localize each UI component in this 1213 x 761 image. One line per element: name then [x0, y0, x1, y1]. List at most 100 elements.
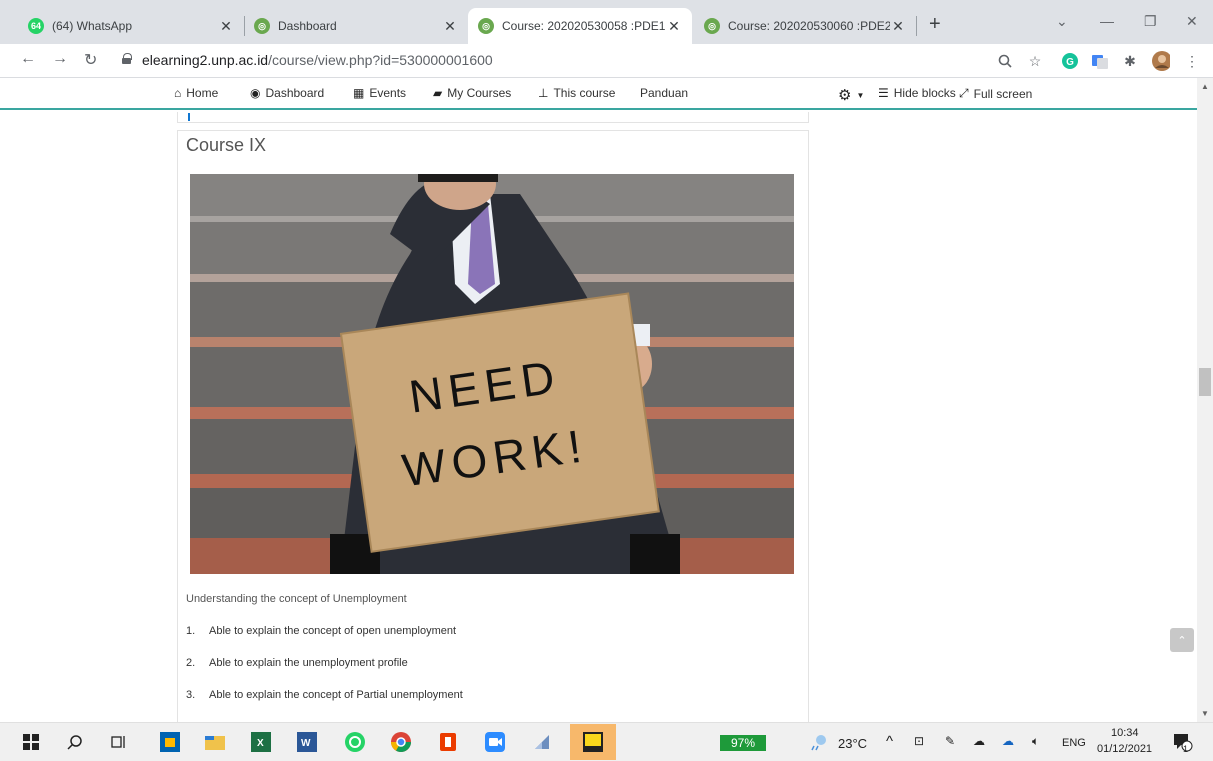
minimize-icon[interactable]: —: [1100, 13, 1114, 29]
svg-text:G: G: [1066, 57, 1074, 68]
nav-dashboard[interactable]: ◉ Dashboard: [250, 86, 324, 100]
pen-icon[interactable]: ✎: [945, 734, 955, 748]
briefcase-icon: ▰: [433, 86, 443, 100]
close-icon[interactable]: ✕: [666, 18, 682, 35]
nav-this-course[interactable]: ⊥ This course: [538, 86, 615, 100]
section-image: NEED WORK!: [190, 174, 794, 574]
nav-label: Events: [369, 86, 407, 100]
back-to-top-button[interactable]: ⌃: [1170, 628, 1194, 652]
tab-course-active[interactable]: ◎ Course: 202020530058 :PDE1.61.( ✕: [468, 8, 692, 44]
close-icon[interactable]: ✕: [442, 18, 458, 35]
hide-blocks-button[interactable]: ☰ Hide blocks: [878, 86, 956, 100]
tab-search-icon[interactable]: ⌄: [1056, 13, 1068, 30]
whatsapp-icon: 64: [28, 18, 44, 34]
weather-temperature[interactable]: 23°C: [838, 736, 867, 751]
onedrive-icon[interactable]: ☁: [1002, 734, 1014, 748]
excel-icon[interactable]: X: [250, 731, 272, 753]
site-favicon-icon: ◎: [254, 18, 270, 34]
office-icon[interactable]: [437, 731, 459, 753]
page-content: Course IX NEED WORK! Understanding the c…: [0, 112, 1197, 722]
nav-home[interactable]: ⌂ Home: [174, 86, 218, 100]
sticky-notes-icon[interactable]: [570, 724, 616, 760]
address-bar[interactable]: elearning2.unp.ac.id/course/view.php?id=…: [142, 52, 493, 68]
profile-avatar-icon[interactable]: [1152, 51, 1170, 71]
battery-indicator[interactable]: 97%: [720, 735, 766, 751]
sitemap-icon: ⊥: [538, 86, 549, 100]
chrome-icon[interactable]: [390, 731, 412, 753]
site-favicon-icon: ◎: [704, 18, 720, 34]
close-icon[interactable]: ✕: [218, 18, 234, 35]
tab-title: Dashboard: [278, 19, 337, 33]
scrollbar-thumb[interactable]: [1199, 368, 1211, 396]
window-close-icon[interactable]: ✕: [1186, 13, 1198, 30]
bookmark-star-icon[interactable]: ☆: [1026, 52, 1044, 70]
new-tab-button[interactable]: +: [929, 14, 941, 34]
tab-title: Course: 202020530060 :PDE2.61.(: [728, 19, 890, 33]
reload-icon[interactable]: ↻: [84, 50, 97, 70]
lock-icon: [122, 53, 132, 64]
clock-date[interactable]: 01/12/2021: [1097, 743, 1152, 755]
moodle-navbar: ⌂ Home ◉ Dashboard ▦ Events ▰ My Courses ⊥ Th…: [0, 78, 1197, 110]
cloud-sync-icon[interactable]: ☁: [973, 734, 985, 748]
whatsapp-icon[interactable]: [344, 731, 366, 753]
grammarly-icon[interactable]: G: [1061, 52, 1079, 70]
tab-course-2[interactable]: ◎ Course: 202020530060 :PDE2.61.( ✕: [694, 8, 916, 44]
translate-icon[interactable]: [1091, 52, 1109, 70]
weather-icon[interactable]: [808, 731, 830, 753]
tab-dashboard[interactable]: ◎ Dashboard ✕: [244, 8, 468, 44]
nav-my-courses[interactable]: ▰ My Courses: [433, 86, 511, 100]
sticky-app-icon[interactable]: [531, 731, 553, 753]
nav-label: Panduan: [640, 86, 689, 100]
zoom-meeting-icon[interactable]: [484, 731, 506, 753]
restore-icon[interactable]: ❐: [1144, 13, 1157, 30]
page-scrollbar[interactable]: ▲ ▼: [1197, 78, 1213, 722]
course-section: Course IX NEED WORK! Understanding the c…: [177, 130, 809, 722]
tab-whatsapp[interactable]: 64 (64) WhatsApp ✕: [18, 8, 244, 44]
url-path: /course/view.php?id=530000001600: [268, 52, 493, 68]
nav-label: Dashboard: [265, 86, 325, 100]
objective-item: 3. Able to explain the concept of Partial…: [186, 689, 463, 701]
objective-item: 2. Able to explain the unemployment profi…: [186, 657, 408, 669]
site-favicon-icon: ◎: [478, 18, 494, 34]
section-marker: [188, 113, 190, 121]
scroll-up-icon[interactable]: ▲: [1201, 82, 1209, 91]
nav-panduan[interactable]: Panduan: [640, 86, 688, 100]
section-description: Understanding the concept of Unemploymen…: [186, 593, 407, 605]
chevron-up-icon[interactable]: ^: [886, 733, 893, 750]
menu-kebab-icon[interactable]: ⋮: [1183, 52, 1201, 70]
extensions-puzzle-icon[interactable]: ✱: [1121, 52, 1139, 70]
clock-time[interactable]: 10:34: [1111, 727, 1139, 739]
full-screen-button[interactable]: ⤢ Full screen: [959, 86, 1032, 101]
url-host: elearning2.unp.ac.id: [142, 52, 269, 68]
gear-icon: ⚙: [838, 87, 852, 104]
scroll-down-icon[interactable]: ▼: [1201, 709, 1209, 718]
objective-number: 2.: [186, 657, 196, 669]
zoom-icon[interactable]: [996, 52, 1014, 70]
list-icon: ☰: [878, 86, 889, 100]
calendar-icon: ▦: [353, 86, 365, 100]
nav-events[interactable]: ▦ Events: [353, 86, 406, 100]
language-indicator[interactable]: ENG: [1062, 737, 1086, 749]
objective-number: 3.: [186, 689, 196, 701]
task-view-icon[interactable]: [108, 731, 130, 753]
objective-item: 1. Able to explain the concept of open un…: [186, 625, 456, 637]
back-icon[interactable]: ←: [20, 50, 36, 68]
search-icon[interactable]: [64, 731, 86, 753]
file-explorer-icon[interactable]: [204, 731, 226, 753]
forward-icon[interactable]: →: [52, 50, 68, 68]
windows-taskbar: X W 97% 23°C ^ ⊡ ✎ ☁ ☁ 🔈︎ ENG 10:34 01/1…: [0, 722, 1213, 761]
previous-section: [177, 112, 809, 123]
browser-toolbar: ← → ↻ elearning2.unp.ac.id/course/view.p…: [0, 44, 1213, 78]
word-icon[interactable]: W: [296, 731, 318, 753]
nav-label: My Courses: [447, 86, 512, 100]
settings-dropdown[interactable]: ⚙ ▼: [838, 86, 869, 104]
store-icon[interactable]: [159, 731, 181, 753]
meet-now-icon[interactable]: ⊡: [914, 734, 924, 748]
close-icon[interactable]: ✕: [890, 18, 906, 35]
tab-strip: 64 (64) WhatsApp ✕ ◎ Dashboard ✕ ◎ Cours…: [0, 0, 1213, 44]
caret-down-icon: ▼: [856, 90, 865, 100]
notification-count: 1: [1183, 744, 1189, 754]
speaker-icon[interactable]: 🔈︎: [1032, 734, 1039, 749]
windows-start-icon[interactable]: [20, 731, 42, 753]
section-title: Course IX: [186, 135, 267, 155]
